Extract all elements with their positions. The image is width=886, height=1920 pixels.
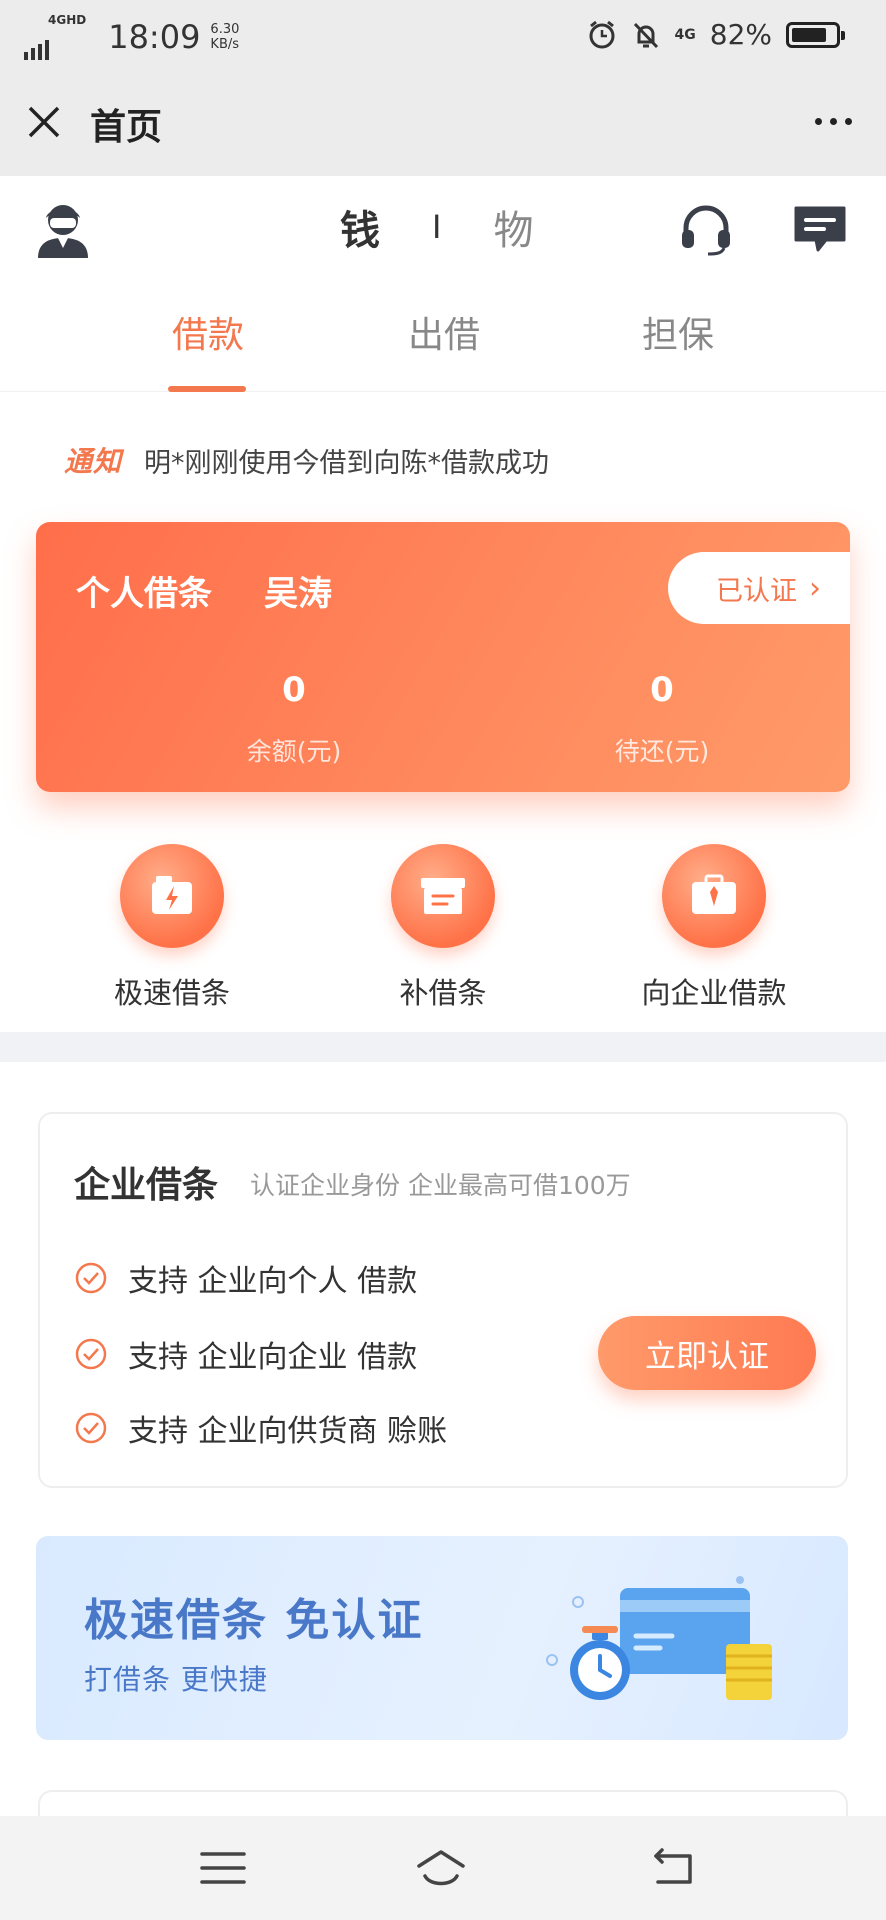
signal-icon: [24, 40, 86, 60]
enterprise-feature-text: 支持 企业向个人 借款: [128, 1264, 418, 1299]
balance-label: 余额(元): [246, 737, 342, 766]
enterprise-feature-text: 支持 企业向供货商 赊账: [128, 1414, 448, 1449]
system-navigation-bar: [0, 1816, 886, 1920]
tab-guarantee[interactable]: 担保: [618, 306, 738, 358]
battery-percent: 82%: [709, 18, 772, 51]
home-icon[interactable]: [416, 1846, 466, 1890]
enterprise-feature: 支持 企业向企业 借款: [74, 1332, 417, 1376]
network-speed: 6.30 KB/s: [210, 22, 239, 52]
check-circle-icon: [75, 1412, 107, 1444]
flash-folder-icon: [120, 844, 224, 948]
due-value: 0: [650, 670, 674, 710]
chevron-right-icon: ›: [809, 570, 821, 606]
document-box-icon: [391, 844, 495, 948]
notice-bar: 通知 明*刚刚使用今借到向陈*借款成功: [64, 440, 549, 480]
verified-button[interactable]: 已认证 ›: [668, 552, 850, 624]
due-stat: 0 待还(元): [512, 670, 812, 768]
battery-icon: [786, 21, 845, 48]
mode-money[interactable]: 钱: [340, 198, 380, 256]
notice-text: 明*刚刚使用今借到向陈*借款成功: [144, 447, 550, 479]
app-header: 钱 I 物 借款 出借 担保: [0, 176, 886, 392]
close-icon[interactable]: [24, 102, 64, 142]
mode-goods[interactable]: 物: [493, 198, 533, 256]
mode-separator: I: [432, 208, 442, 246]
quick-action-supplement-iou[interactable]: 补借条: [333, 844, 553, 1012]
user-avatar-icon[interactable]: [36, 202, 90, 258]
active-tab-indicator: [168, 386, 246, 392]
quick-action-fast-iou[interactable]: 极速借条: [62, 844, 282, 1012]
network-type: 4GHD: [48, 13, 87, 27]
tab-borrow[interactable]: 借款: [148, 306, 268, 358]
back-icon[interactable]: [648, 1846, 698, 1890]
speed-value: 6.30: [210, 22, 240, 37]
title-bar: 首页: [0, 70, 886, 176]
enterprise-subtitle: 认证企业身份 企业最高可借100万: [250, 1171, 631, 1200]
headset-icon[interactable]: [680, 204, 732, 256]
fast-iou-banner[interactable]: 极速借条 免认证 打借条 更快捷: [36, 1536, 848, 1740]
card-title: 个人借条: [76, 574, 212, 614]
balance-value: 0: [282, 670, 306, 710]
quick-action-label: 向企业借款: [641, 976, 787, 1010]
enterprise-feature: 支持 企业向个人 借款: [74, 1256, 417, 1300]
card-user-name: 吴涛: [264, 574, 332, 614]
check-circle-icon: [75, 1338, 107, 1370]
verify-now-button[interactable]: 立即认证: [598, 1316, 816, 1390]
mute-bell-icon: [633, 22, 658, 48]
mode-switch: 钱 I 物: [340, 198, 533, 256]
stopwatch-card-illustration: [546, 1576, 772, 1700]
page-title: 首页: [90, 107, 163, 148]
enterprise-iou-card: 企业借条 认证企业身份 企业最高可借100万 支持 企业向个人 借款 支持 企业…: [38, 1112, 848, 1488]
briefcase-icon: [662, 844, 766, 948]
check-circle-icon: [75, 1262, 107, 1294]
enterprise-feature-text: 支持 企业向企业 借款: [128, 1340, 418, 1375]
enterprise-feature: 支持 企业向供货商 赊账: [74, 1406, 447, 1450]
quick-action-label: 补借条: [399, 976, 487, 1010]
section-divider: [0, 1032, 886, 1062]
message-icon[interactable]: [792, 204, 848, 254]
mobile-network-label: 4G: [674, 26, 696, 43]
menu-icon[interactable]: [198, 1846, 248, 1890]
status-bar: 4GHD 18:09 6.30 KB/s 4G 82%: [0, 0, 886, 70]
loan-tabs: 借款 出借 担保: [0, 306, 886, 392]
quick-action-label: 极速借条: [113, 976, 230, 1010]
speed-unit: KB/s: [210, 37, 240, 52]
banner-title: 极速借条 免认证: [84, 1595, 424, 1646]
enterprise-title: 企业借条: [74, 1165, 219, 1206]
notice-tag: 通知: [64, 445, 123, 478]
tab-lend[interactable]: 出借: [384, 306, 504, 358]
personal-loan-card[interactable]: 个人借条 吴涛 已认证 › 0 余额(元) 0 待还(元): [36, 522, 850, 792]
status-time: 18:09: [108, 18, 201, 56]
more-menu-icon[interactable]: [815, 118, 852, 125]
alarm-icon: [589, 20, 615, 48]
banner-subtitle: 打借条 更快捷: [84, 1663, 268, 1696]
verified-label: 已认证: [716, 575, 797, 607]
balance-stat: 0 余额(元): [144, 670, 444, 768]
due-label: 待还(元): [614, 737, 710, 766]
quick-action-enterprise-loan[interactable]: 向企业借款: [604, 844, 824, 1012]
